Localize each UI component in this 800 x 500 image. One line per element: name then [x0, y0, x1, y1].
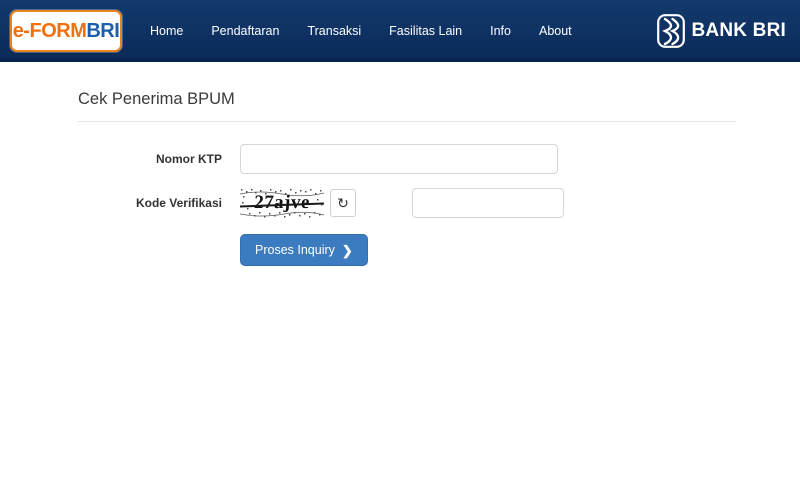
nomor-ktp-input[interactable]	[240, 144, 558, 174]
main-navigation: Home Pendaftaran Transaksi Fasilitas Lai…	[136, 18, 657, 44]
page-title: Cek Penerima BPUM	[78, 90, 235, 108]
label-nomor-ktp: Nomor KTP	[156, 152, 222, 166]
proses-inquiry-label: Proses Inquiry	[255, 243, 335, 257]
form-row-nomor-ktp: Nomor KTP	[0, 144, 800, 174]
site-header: e-FORMBRI Home Pendaftaran Transaksi Fas…	[0, 0, 800, 62]
title-divider	[78, 121, 736, 122]
submit-spacer	[0, 234, 240, 266]
bri-logo-icon	[656, 14, 685, 48]
nav-item-pendaftaran[interactable]: Pendaftaran	[197, 18, 293, 44]
logo-text: e-FORMBRI	[13, 21, 120, 41]
nav-item-fasilitas-lain[interactable]: Fasilitas Lain	[375, 18, 476, 44]
nav-item-about[interactable]: About	[525, 18, 586, 44]
kode-verifikasi-input[interactable]	[412, 188, 564, 218]
bpum-check-form: Nomor KTP Kode Verifikasi 27ajve ↻ Prose…	[0, 144, 800, 266]
proses-inquiry-button[interactable]: Proses Inquiry ❯	[240, 234, 368, 266]
nav-item-home[interactable]: Home	[136, 18, 197, 44]
nav-item-info[interactable]: Info	[476, 18, 525, 44]
chevron-right-icon: ❯	[341, 242, 353, 258]
form-row-kode-verifikasi: Kode Verifikasi 27ajve ↻	[0, 188, 800, 218]
nav-item-transaksi[interactable]: Transaksi	[293, 18, 375, 44]
form-row-submit: Proses Inquiry ❯	[0, 234, 800, 266]
logo-bri-text: BRI	[86, 20, 120, 42]
eform-bri-logo[interactable]: e-FORMBRI	[10, 10, 122, 52]
page-content: Cek Penerima BPUM Nomor KTP Kode Verifik…	[0, 90, 800, 266]
bank-bri-brand: BANK BRI	[656, 14, 787, 48]
captcha-group: 27ajve ↻	[240, 188, 564, 218]
label-kode-verifikasi: Kode Verifikasi	[135, 196, 222, 210]
refresh-icon[interactable]: ↻	[330, 189, 356, 217]
captcha-image: 27ajve	[240, 188, 324, 218]
bank-bri-text: BANK BRI	[691, 20, 786, 41]
logo-eform-text: e-FORM	[12, 20, 87, 42]
